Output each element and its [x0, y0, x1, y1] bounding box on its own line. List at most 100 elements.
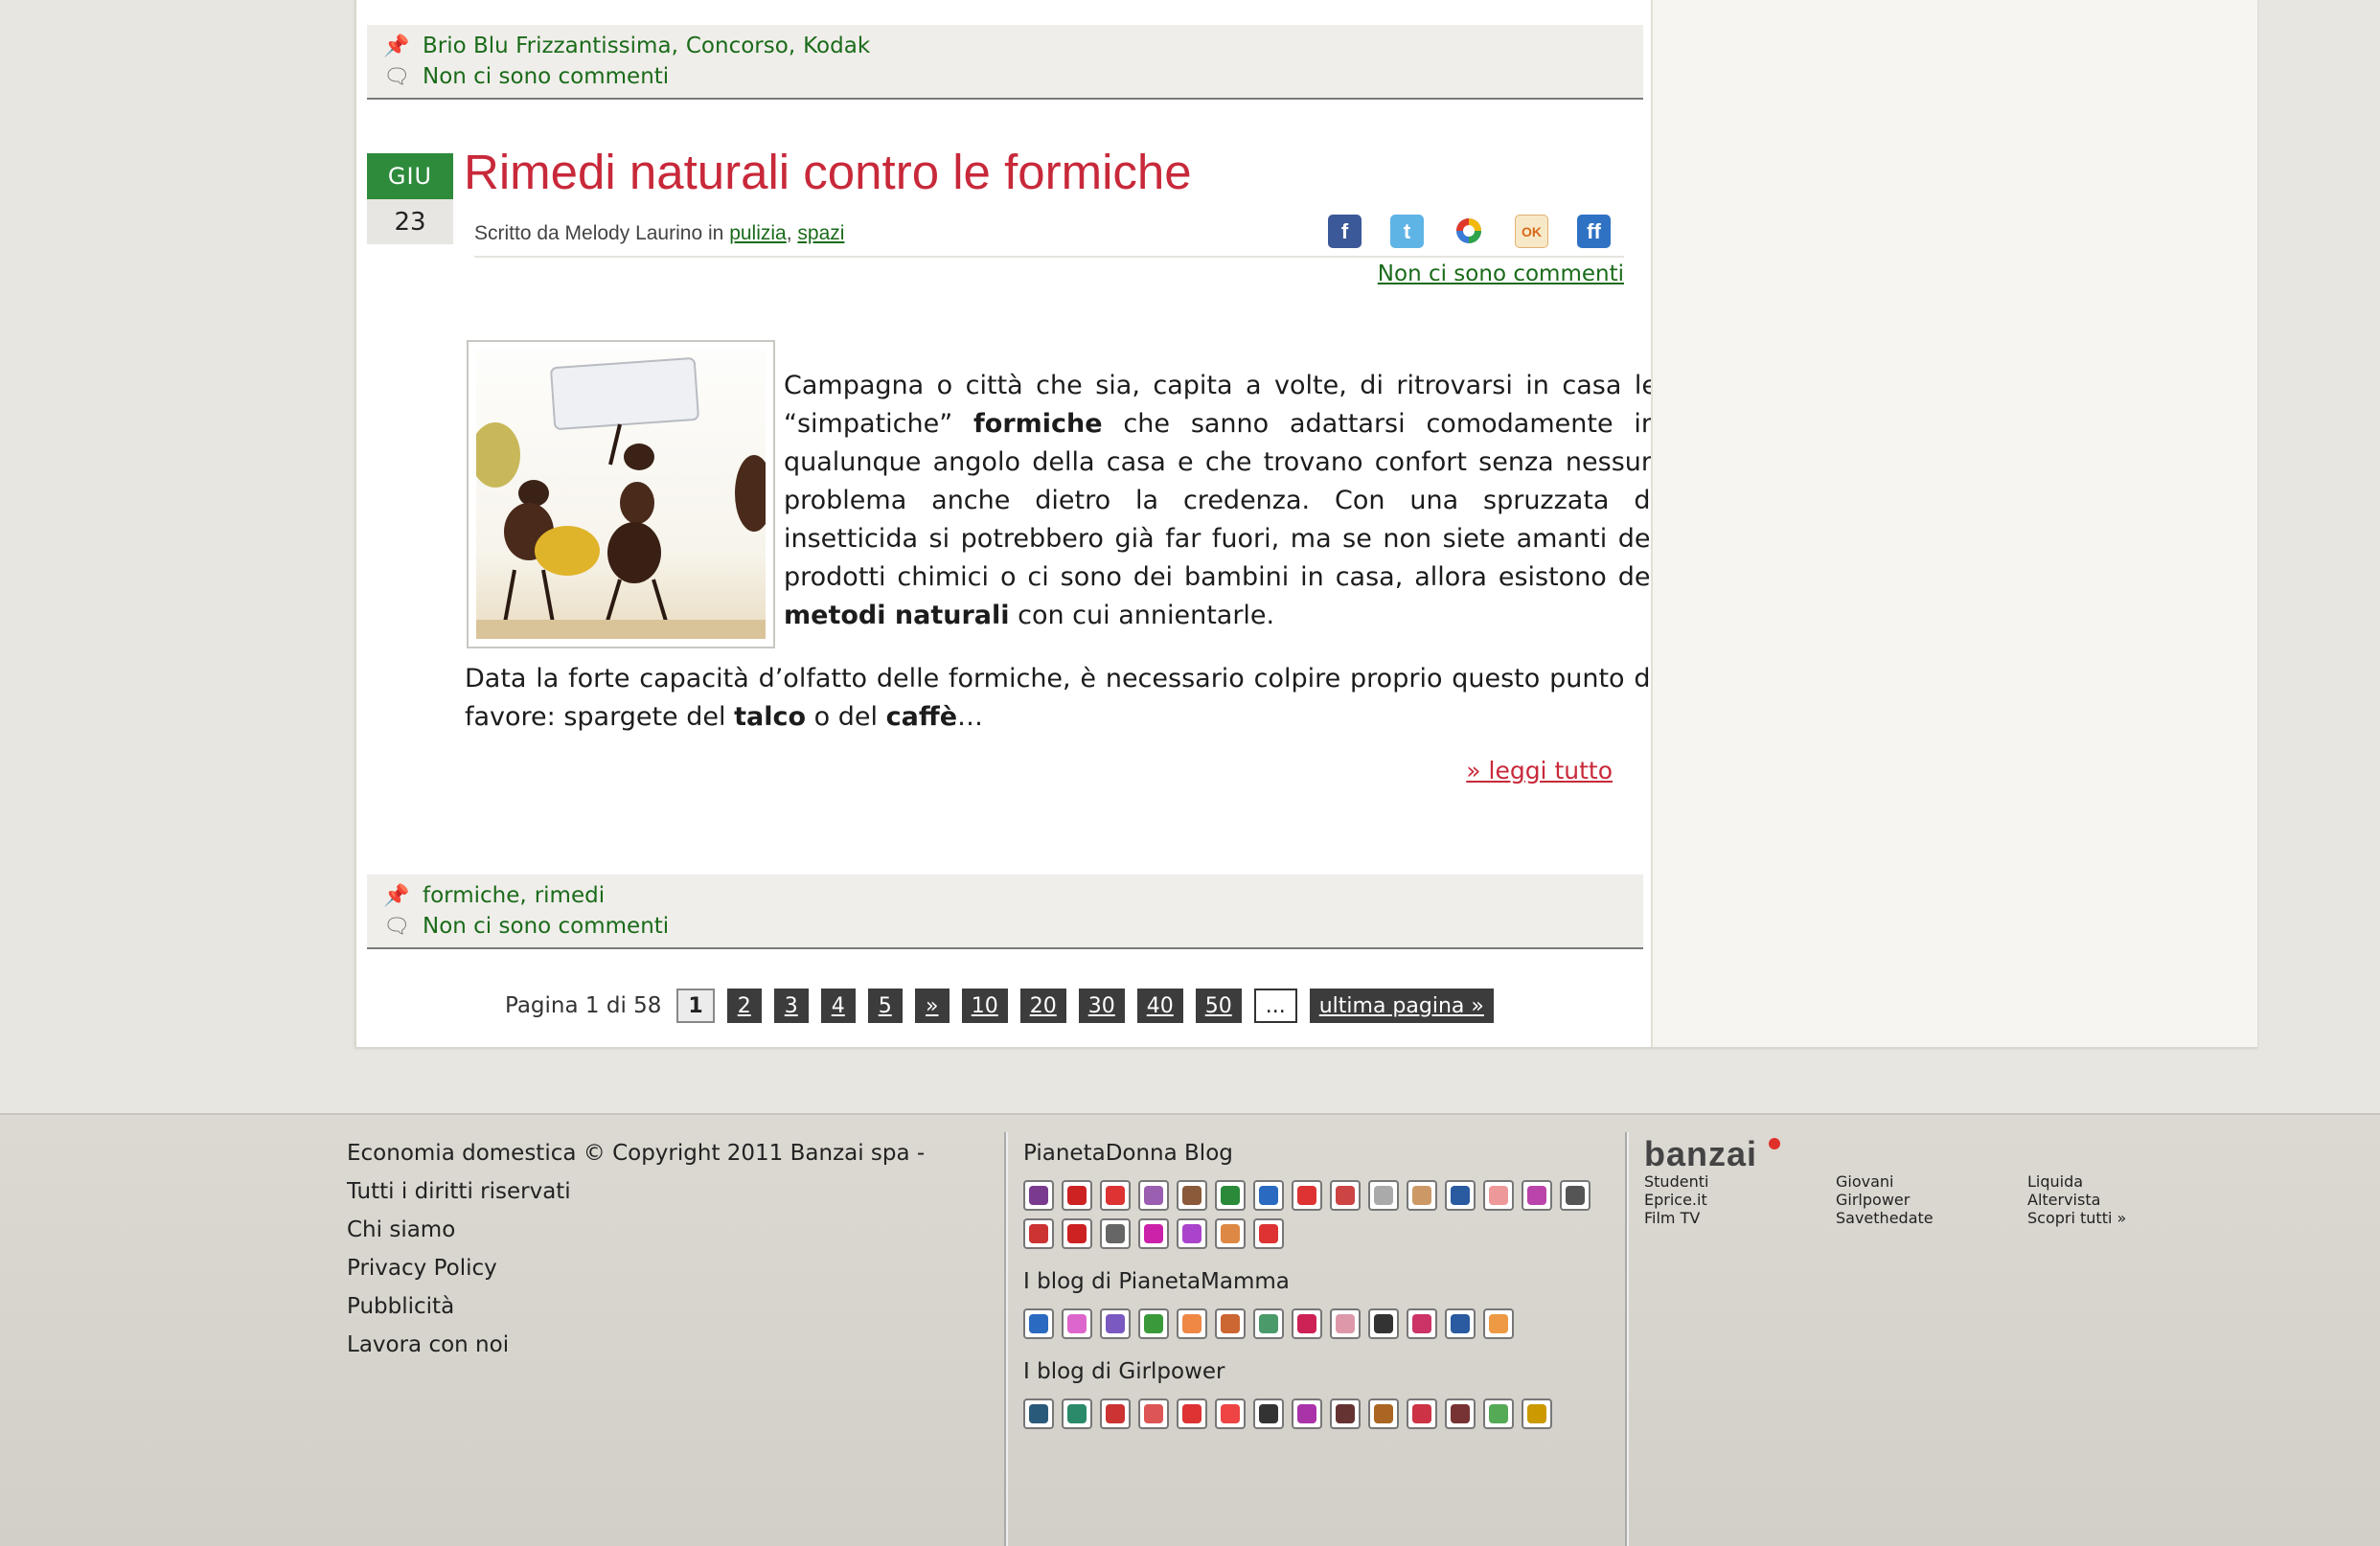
blog-icon[interactable]: [1138, 1180, 1169, 1211]
blog-icon[interactable]: [1177, 1218, 1207, 1249]
content-panel: 📌 Brio Blu Frizzantissima, Concorso, Kod…: [355, 0, 2257, 1049]
blog-icon[interactable]: [1023, 1308, 1054, 1339]
site-footer: Economia domestica © Copyright 2011 Banz…: [0, 1113, 2380, 1546]
blog-group-heading: I blog di PianetaMamma: [1023, 1269, 1290, 1294]
blog-icon[interactable]: [1330, 1308, 1361, 1339]
facebook-share-icon[interactable]: f: [1328, 215, 1362, 248]
tag-link[interactable]: Concorso: [686, 34, 789, 58]
page-link[interactable]: 5: [867, 989, 903, 1023]
blog-icon[interactable]: [1330, 1398, 1361, 1429]
blog-icon[interactable]: [1138, 1308, 1169, 1339]
blog-icon[interactable]: [1445, 1398, 1476, 1429]
partner-link[interactable]: Girlpower: [1836, 1191, 2027, 1209]
category-link[interactable]: spazi: [797, 222, 844, 244]
blog-icon[interactable]: [1522, 1180, 1552, 1211]
partner-link[interactable]: Studenti: [1644, 1172, 1836, 1191]
blog-icon[interactable]: [1522, 1398, 1552, 1429]
blog-icon[interactable]: [1100, 1308, 1131, 1339]
google-buzz-share-icon[interactable]: [1453, 215, 1486, 248]
blog-icon[interactable]: [1253, 1180, 1284, 1211]
blog-icon[interactable]: [1445, 1180, 1476, 1211]
blog-icon[interactable]: [1177, 1398, 1207, 1429]
partner-link[interactable]: Film TV: [1644, 1209, 1836, 1227]
blog-icon[interactable]: [1368, 1308, 1399, 1339]
blog-icon[interactable]: [1062, 1398, 1092, 1429]
blog-icons-girlpower: [1023, 1398, 1598, 1429]
tag-link[interactable]: formiche: [423, 883, 519, 908]
blog-icon[interactable]: [1253, 1218, 1284, 1249]
comments-link[interactable]: Non ci sono commenti: [423, 914, 669, 939]
blog-icon[interactable]: [1483, 1308, 1514, 1339]
comments-link[interactable]: Non ci sono commenti: [423, 64, 669, 89]
blog-icon[interactable]: [1560, 1180, 1590, 1211]
blog-icon[interactable]: [1330, 1180, 1361, 1211]
footer-link-chi-siamo[interactable]: Chi siamo: [347, 1211, 979, 1249]
blog-icon[interactable]: [1292, 1308, 1322, 1339]
blog-icon[interactable]: [1253, 1308, 1284, 1339]
page-link[interactable]: 50: [1195, 989, 1242, 1023]
blog-icon[interactable]: [1407, 1308, 1437, 1339]
blog-icon[interactable]: [1483, 1398, 1514, 1429]
blog-icon[interactable]: [1368, 1398, 1399, 1429]
blog-icon[interactable]: [1407, 1180, 1437, 1211]
post-title[interactable]: Rimedi naturali contro le formiche: [464, 144, 1192, 200]
blog-icon[interactable]: [1177, 1308, 1207, 1339]
blog-icon[interactable]: [1138, 1398, 1169, 1429]
partner-link[interactable]: Eprice.it: [1644, 1191, 1836, 1209]
page-link[interactable]: 20: [1019, 989, 1066, 1023]
twitter-share-icon[interactable]: t: [1390, 215, 1424, 248]
blog-icon[interactable]: [1215, 1218, 1246, 1249]
tag-link[interactable]: Kodak: [803, 34, 870, 58]
oknotizie-share-icon[interactable]: OK: [1515, 215, 1548, 248]
page-link[interactable]: 4: [820, 989, 856, 1023]
page-last[interactable]: ultima pagina »: [1309, 989, 1494, 1023]
partner-link[interactable]: Savethedate: [1836, 1209, 2027, 1227]
blog-icon[interactable]: [1177, 1180, 1207, 1211]
pagination-label: Pagina 1 di 58: [505, 993, 662, 1018]
read-more-link[interactable]: » leggi tutto: [1466, 757, 1613, 784]
blog-icon[interactable]: [1100, 1180, 1131, 1211]
blog-icon[interactable]: [1023, 1398, 1054, 1429]
blog-icon[interactable]: [1023, 1218, 1054, 1249]
tags-row: 📌 formiche, rimedi: [383, 883, 606, 908]
tag-link[interactable]: Brio Blu Frizzantissima: [423, 34, 672, 58]
blog-icon[interactable]: [1138, 1218, 1169, 1249]
page-next[interactable]: »: [914, 989, 950, 1023]
blog-icon[interactable]: [1292, 1180, 1322, 1211]
blog-icon[interactable]: [1368, 1180, 1399, 1211]
blog-icon[interactable]: [1100, 1218, 1131, 1249]
partner-link[interactable]: Altervista: [2027, 1191, 2219, 1209]
blog-icon[interactable]: [1483, 1180, 1514, 1211]
category-link[interactable]: pulizia: [729, 222, 787, 244]
blog-icon[interactable]: [1062, 1180, 1092, 1211]
byline-author: Scritto da Melody Laurino: [474, 222, 703, 244]
partner-link[interactable]: Scopri tutti »: [2027, 1209, 2219, 1227]
partner-link[interactable]: Giovani: [1836, 1172, 2027, 1191]
blog-icon[interactable]: [1215, 1398, 1246, 1429]
page-link[interactable]: 10: [961, 989, 1008, 1023]
partner-link[interactable]: Liquida: [2027, 1172, 2219, 1191]
blog-icon[interactable]: [1023, 1180, 1054, 1211]
blog-icon[interactable]: [1253, 1398, 1284, 1429]
blog-icon[interactable]: [1445, 1308, 1476, 1339]
post-month: GIU: [367, 153, 453, 199]
tag-link[interactable]: rimedi: [535, 883, 605, 908]
footer-link-pubblicita[interactable]: Pubblicità: [347, 1287, 979, 1326]
blog-icon[interactable]: [1215, 1180, 1246, 1211]
blog-icon[interactable]: [1100, 1398, 1131, 1429]
footer-link-privacy[interactable]: Privacy Policy: [347, 1249, 979, 1287]
page-link[interactable]: 3: [773, 989, 809, 1023]
blog-icon[interactable]: [1292, 1398, 1322, 1429]
post-comments-link[interactable]: Non ci sono commenti: [1378, 261, 1624, 286]
post-thumbnail[interactable]: [467, 340, 775, 648]
page-link[interactable]: 2: [726, 989, 762, 1023]
blog-icon[interactable]: [1215, 1308, 1246, 1339]
page-link[interactable]: 40: [1136, 989, 1183, 1023]
friendfeed-share-icon[interactable]: ff: [1577, 215, 1611, 248]
blog-icon[interactable]: [1062, 1218, 1092, 1249]
banzai-logo[interactable]: banzai: [1644, 1134, 2315, 1173]
blog-icon[interactable]: [1407, 1398, 1437, 1429]
page-link[interactable]: 30: [1078, 989, 1125, 1023]
footer-link-lavora[interactable]: Lavora con noi: [347, 1326, 979, 1364]
blog-icon[interactable]: [1062, 1308, 1092, 1339]
